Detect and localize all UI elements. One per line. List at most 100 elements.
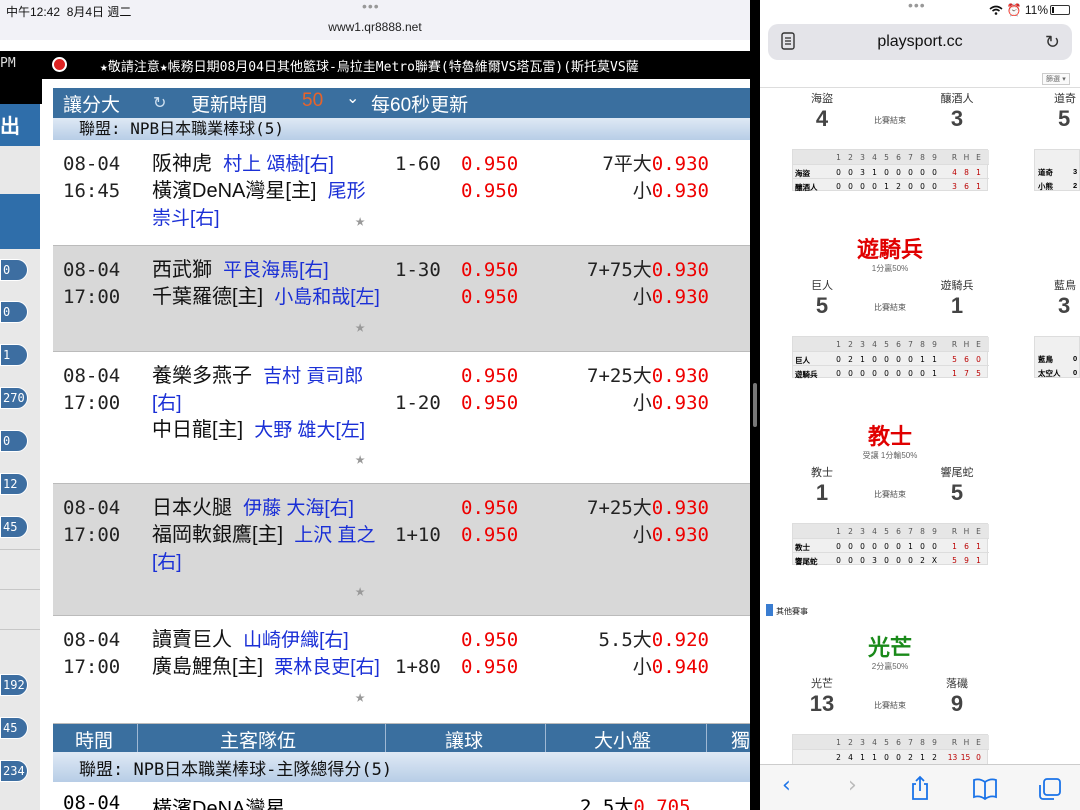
refresh-icon[interactable]: ↻	[153, 93, 166, 113]
logout-button[interactable]: 出	[0, 104, 40, 146]
count-pill[interactable]: 0	[0, 259, 28, 281]
league-header: 聯盟: NPB日本職業棒球(5)	[53, 118, 750, 140]
over-under[interactable]: 小0.930	[633, 284, 709, 311]
favorite-star-icon[interactable]: ★	[355, 684, 365, 711]
over-under[interactable]: 7平大0.930	[602, 151, 709, 178]
over-under[interactable]: 小0.940	[633, 654, 709, 681]
handicap-line: 1-30	[395, 259, 441, 281]
team-name: 遊騎兵	[940, 280, 974, 292]
linescore-table: 123456789RHE 海盜 0 0 3 1 0 0 0 0 0 4 8 1 釀酒人 0 0 0 0 1 2 0 0 0…	[792, 149, 989, 192]
match-datetime: 08-04 16:45	[63, 153, 121, 202]
page-url[interactable]: www1.qr8888.net	[0, 20, 750, 34]
favorite-star-icon[interactable]: ★	[355, 208, 365, 235]
over-under[interactable]: 小0.930	[633, 178, 709, 205]
chevron-down-icon[interactable]: ⌄	[346, 88, 359, 108]
pm-label: PM	[0, 56, 16, 71]
game-card[interactable]: 教士 受讓 1分輸50% 教士 響尾蛇 1 5 比賽結束 123456789RH…	[760, 417, 1080, 587]
team-name: 巨人	[811, 280, 833, 292]
match-row[interactable]: 08-04 17:00 西武獅 平良海馬[右] 千葉羅德[主] 小島和哉[左] 1-…	[53, 246, 750, 352]
odds-value[interactable]: 0.950	[461, 495, 518, 522]
refresh-interval-select[interactable]: 每60秒更新	[371, 90, 468, 117]
table-header: 時間 主客隊伍 讓球 大小盤 獨	[53, 724, 750, 752]
match-row[interactable]: 08-04 16:45 阪神虎 村上 頌樹[右] 橫濱DeNA灣星[主] 尾形 崇斗…	[53, 140, 750, 246]
team-name: 海盜	[811, 93, 833, 105]
over-under[interactable]: 5.5大0.920	[598, 627, 709, 654]
count-pill[interactable]: 192	[0, 674, 28, 696]
count-pill[interactable]: 45	[0, 516, 28, 538]
pick-team: 光芒	[867, 635, 912, 660]
team-score: 3	[950, 106, 964, 131]
over-under[interactable]: 小0.930	[633, 522, 709, 549]
sidebar-header	[0, 194, 40, 249]
pick-team: 遊騎兵	[856, 237, 923, 262]
favorite-star-icon[interactable]: ★	[355, 578, 365, 605]
favorite-star-icon[interactable]: ★	[355, 314, 365, 341]
refresh-label[interactable]: 更新時間	[191, 90, 267, 117]
col-solo: 獨	[731, 731, 750, 752]
filter-select[interactable]: 篩選 ▾	[1042, 73, 1070, 85]
count-pill[interactable]: 12	[0, 473, 28, 495]
forward-icon[interactable]: ›	[848, 773, 857, 798]
game-card[interactable]: 海盜 釀酒人 4 3 比賽結束 123456789RHE 海盜 0 0 3 1 0 0 0 0 0…	[760, 88, 1080, 218]
game-card[interactable]: 光芒 2分贏50% 光芒 落磯 13 9 比賽結束 123456789RHE 2…	[760, 628, 1080, 776]
bookmarks-icon[interactable]	[972, 778, 998, 800]
over-under[interactable]: 小0.930	[633, 390, 709, 417]
match-row[interactable]: 08-04 17:00 養樂多燕子 吉村 貢司郎[右] 中日龍[主] 大野 雄大[左…	[53, 352, 750, 484]
odds-value[interactable]: 0.950	[461, 178, 518, 205]
split-handle[interactable]	[753, 383, 757, 427]
match-row[interactable]: 08-04 17:00 日本火腿 伊藤 大海[右] 福岡軟銀鷹[主] 上沢 直之[右…	[53, 484, 750, 616]
over-under[interactable]: 2.5大0.705	[580, 792, 691, 810]
team-score: 4	[815, 106, 829, 131]
count-pill[interactable]: 270	[0, 387, 28, 409]
filter-row: 篩選 ▾	[760, 70, 1080, 88]
team-name: 道奇	[1054, 93, 1076, 105]
other-games-section: 其他賽事	[766, 604, 1080, 618]
league-header: 聯盟: NPB日本職業棒球-主隊總得分(5)	[53, 752, 750, 782]
black-block	[0, 79, 42, 104]
count-pill[interactable]: 0	[0, 301, 28, 323]
match-datetime: 08-04 17:00	[63, 497, 121, 546]
odds-value[interactable]: 0.950	[461, 627, 518, 654]
match-date: 08-04	[63, 792, 121, 810]
multitask-dots-icon[interactable]: •••	[362, 0, 380, 14]
odds-value[interactable]: 0.950	[461, 363, 518, 390]
share-icon[interactable]	[910, 775, 930, 801]
battery-indicator: ⏰ 11%	[989, 3, 1070, 17]
reload-icon[interactable]: ↻	[1045, 32, 1060, 53]
tabs-icon[interactable]	[1038, 777, 1062, 801]
count-pill[interactable]: 45	[0, 717, 28, 739]
match-row[interactable]: 08-04 橫濱DeNA灣星 2.5大0.705	[53, 782, 750, 810]
back-icon[interactable]: ‹	[782, 773, 791, 798]
over-under[interactable]: 7+25大0.930	[587, 363, 709, 390]
odds-value[interactable]: 0.950	[461, 284, 518, 311]
game-status: 比賽結束	[874, 490, 906, 499]
over-under[interactable]: 7+75大0.930	[587, 257, 709, 284]
team-name: 藍鳥	[1054, 280, 1076, 292]
match-row[interactable]: 08-04 17:00 讀賣巨人 山崎伊織[右] 廣島鯉魚[主] 栗林良吏[右] 1…	[53, 616, 750, 724]
match-teams: 西武獅 平良海馬[右] 千葉羅德[主] 小島和哉[左]	[152, 259, 380, 308]
odds-value[interactable]: 0.950	[461, 390, 518, 417]
team-score: 5	[950, 480, 964, 505]
game-card[interactable]: 遊騎兵 1分贏50% 巨人 遊騎兵 5 1 比賽結束 123456789RHE …	[760, 230, 1080, 400]
odds-value[interactable]: 0.950	[461, 654, 518, 681]
pick-result: 2分贏50%	[871, 662, 909, 671]
divider	[0, 549, 40, 550]
count-pill[interactable]: 1	[0, 344, 28, 366]
multitask-dots-icon[interactable]: •••	[908, 0, 926, 13]
pick-team: 教士	[867, 424, 912, 449]
address-bar[interactable]: playsport.cc ↻	[768, 24, 1072, 60]
team-score: 5	[1058, 106, 1071, 131]
odds-value[interactable]: 0.950	[461, 522, 518, 549]
count-pill[interactable]: 234	[0, 760, 28, 782]
linescore-table: 123456789RHE 巨人 0 2 1 0 0 0 0 1 1 5 6 0 遊騎兵 0 0 0 0 0 0 0 0 1…	[792, 336, 989, 379]
count-pill[interactable]: 0	[0, 430, 28, 452]
over-under[interactable]: 7+25大0.930	[587, 495, 709, 522]
team-name: 響尾蛇	[940, 467, 974, 479]
address-url[interactable]: playsport.cc	[768, 33, 1072, 51]
split-divider[interactable]	[750, 0, 760, 810]
status-time: 中午12:42 8月4日 週二	[6, 5, 132, 19]
handicap-tab[interactable]: 讓分大	[63, 90, 120, 117]
odds-value[interactable]: 0.950	[461, 151, 518, 178]
odds-value[interactable]: 0.950	[461, 257, 518, 284]
favorite-star-icon[interactable]: ★	[355, 446, 365, 473]
